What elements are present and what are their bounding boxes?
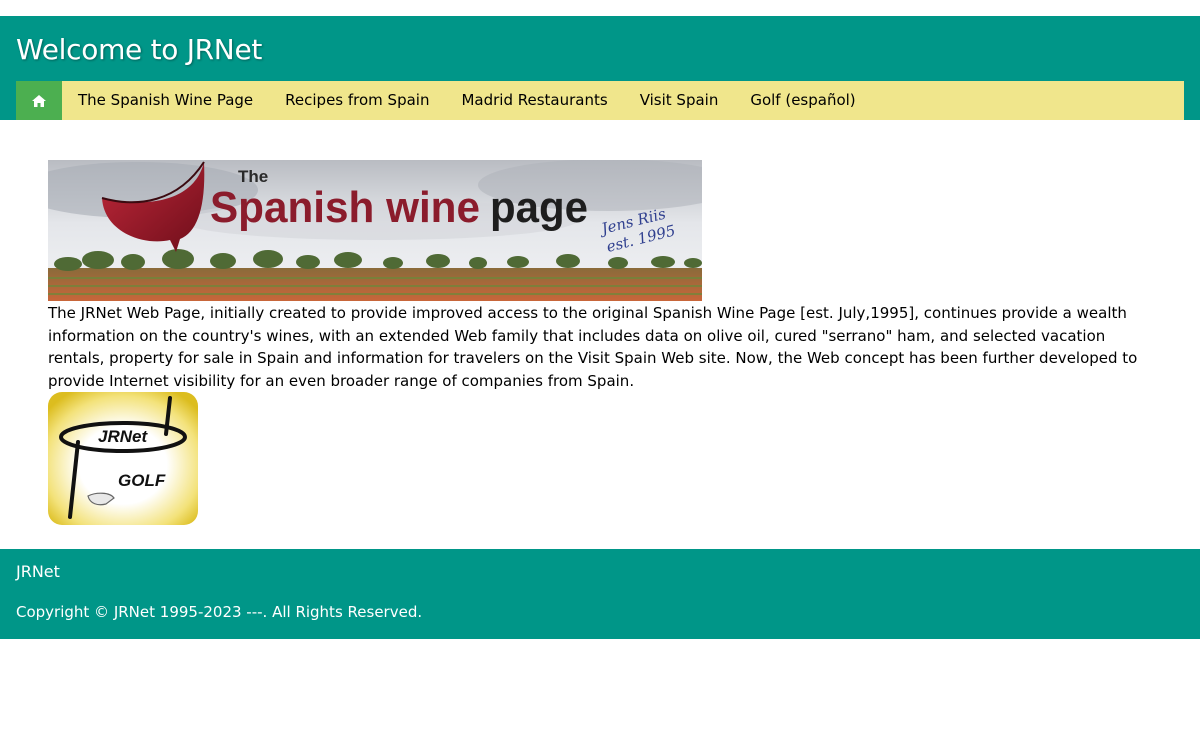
nav-spanish-wine-page[interactable]: The Spanish Wine Page	[62, 81, 269, 120]
spanish-wine-page-banner: The Spanish wine page Jens Riis est. 199…	[48, 160, 702, 301]
nav-golf-espanol[interactable]: Golf (español)	[734, 81, 871, 120]
site-header: Welcome to JRNet The Spanish Wine Page R…	[0, 16, 1200, 120]
banner-title-spanish-wine: Spanish wine	[210, 183, 480, 232]
nav-recipes-from-spain[interactable]: Recipes from Spain	[269, 81, 445, 120]
banner-title-page: page	[490, 183, 588, 232]
site-footer: JRNet Copyright © JRNet 1995-2023 ---. A…	[0, 549, 1200, 639]
site-title: Welcome to JRNet	[16, 33, 263, 66]
golf-logo-line1: JRNet	[98, 427, 148, 446]
golf-logo-line2: GOLF	[118, 471, 166, 490]
jrnet-golf-logo[interactable]: JRNet GOLF	[48, 392, 198, 525]
nav-madrid-restaurants[interactable]: Madrid Restaurants	[445, 81, 623, 120]
intro-paragraph: The JRNet Web Page, initially created to…	[48, 304, 1138, 390]
footer-copyright: Copyright © JRNet 1995-2023 ---. All Rig…	[16, 603, 423, 621]
top-navbar: The Spanish Wine Page Recipes from Spain…	[16, 81, 1184, 120]
home-icon	[32, 94, 46, 107]
nav-visit-spain[interactable]: Visit Spain	[624, 81, 735, 120]
footer-brand: JRNet	[16, 562, 60, 581]
nav-home-button[interactable]	[16, 81, 62, 120]
banner-image: The Spanish wine page Jens Riis est. 199…	[48, 160, 702, 301]
